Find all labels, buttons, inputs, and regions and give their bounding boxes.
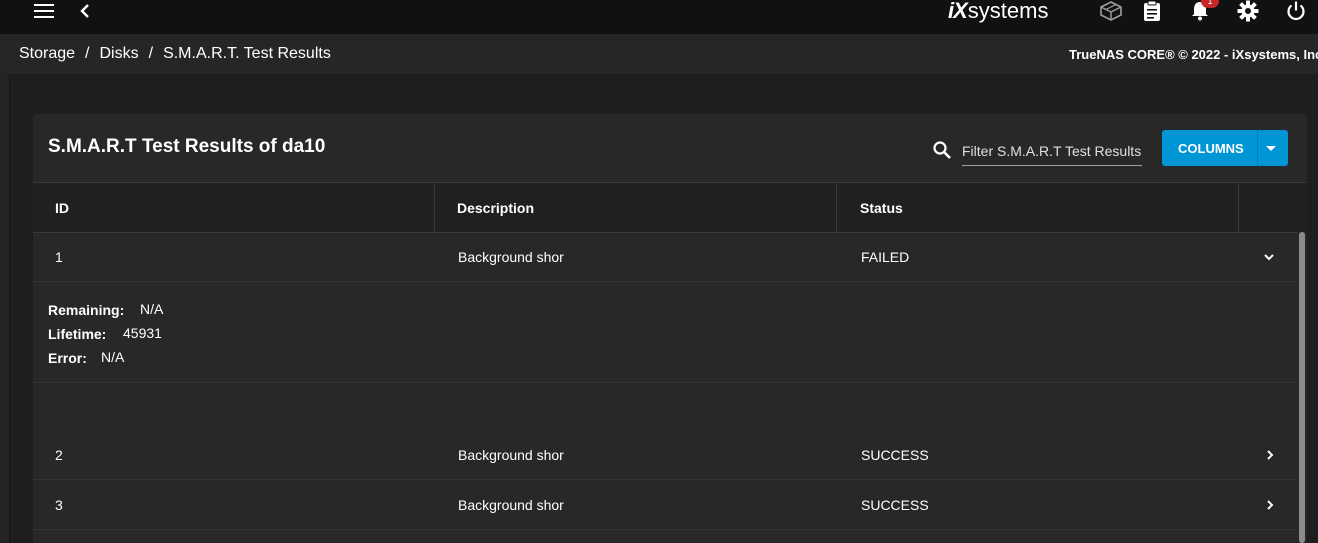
table-row[interactable]: 3 Background shor SUCCESS (33, 480, 1297, 530)
breadcrumb-separator: / (85, 45, 90, 62)
copyright-text: TrueNAS CORE® © 2022 - iXsystems, Inc (1069, 46, 1318, 62)
column-divider (1238, 183, 1239, 232)
cell-description: Background shor (458, 446, 564, 463)
top-toolbar: iX systems 1 (0, 0, 1318, 34)
columns-button[interactable]: COLUMNS (1162, 130, 1288, 166)
notification-badge: 1 (1201, 0, 1219, 8)
table-row[interactable]: 1 Background shor FAILED (33, 232, 1297, 282)
cell-id: 2 (55, 446, 63, 463)
chevron-down-icon[interactable] (1264, 232, 1274, 281)
cell-id: 3 (55, 496, 63, 513)
gear-icon[interactable] (1236, 0, 1260, 22)
table-header: ID Description Status (33, 182, 1307, 233)
column-header-description[interactable]: Description (457, 183, 534, 232)
hamburger-menu-icon[interactable] (32, 0, 56, 22)
chevron-right-icon[interactable] (1266, 430, 1274, 479)
column-header-status[interactable]: Status (860, 183, 903, 232)
logo-prefix: iX (948, 0, 968, 23)
sidebar-edge (0, 74, 10, 543)
chevron-left-icon[interactable] (76, 0, 94, 22)
cell-status: SUCCESS (861, 446, 929, 463)
truecommand-icon[interactable] (1099, 0, 1123, 22)
button-divider (1257, 130, 1258, 166)
breadcrumb-storage[interactable]: Storage (19, 45, 75, 63)
breadcrumb-disks[interactable]: Disks (100, 45, 139, 63)
cell-id: 1 (55, 248, 63, 265)
cell-description: Background shor (458, 496, 564, 513)
clipboard-icon[interactable] (1141, 0, 1163, 22)
table-row[interactable]: 2 Background shor SUCCESS (33, 430, 1297, 480)
breadcrumb-bar: Storage / Disks / S.M.A.R.T. Test Result… (0, 34, 1318, 74)
column-divider (434, 183, 435, 232)
cell-description: Background shor (458, 248, 564, 265)
detail-error-value: N/A (101, 349, 125, 365)
columns-button-label: COLUMNS (1178, 140, 1244, 156)
logo-suffix: systems (967, 0, 1049, 23)
vertical-scrollbar[interactable] (1297, 232, 1307, 543)
column-header-id[interactable]: ID (55, 183, 69, 232)
cell-status: FAILED (861, 248, 910, 265)
detail-error-label: Error: (48, 350, 87, 366)
search-icon (932, 140, 952, 165)
detail-remaining-value: N/A (140, 301, 164, 317)
filter-input[interactable]: Filter S.M.A.R.T Test Results (962, 137, 1142, 166)
smart-results-card: S.M.A.R.T Test Results of da10 Filter S.… (33, 114, 1307, 543)
scrollbar-thumb[interactable] (1299, 232, 1305, 543)
caret-down-icon[interactable] (1265, 142, 1277, 157)
detail-lifetime-value: 45931 (123, 325, 162, 341)
breadcrumb-current: S.M.A.R.T. Test Results (163, 45, 331, 62)
breadcrumb: Storage / Disks / S.M.A.R.T. Test Result… (19, 34, 331, 74)
column-divider (836, 183, 837, 232)
cell-status: SUCCESS (861, 496, 929, 513)
chevron-right-icon[interactable] (1266, 480, 1274, 529)
ixsystems-logo: iX systems (948, 0, 1048, 24)
detail-remaining-label: Remaining: (48, 302, 125, 318)
breadcrumb-separator: / (148, 45, 154, 62)
page-title: S.M.A.R.T Test Results of da10 (48, 136, 326, 157)
power-icon[interactable] (1284, 0, 1308, 22)
row-detail-panel: Remaining: N/A Lifetime: 45931 Error: N/… (33, 282, 1297, 383)
detail-lifetime-label: Lifetime: (48, 326, 107, 342)
